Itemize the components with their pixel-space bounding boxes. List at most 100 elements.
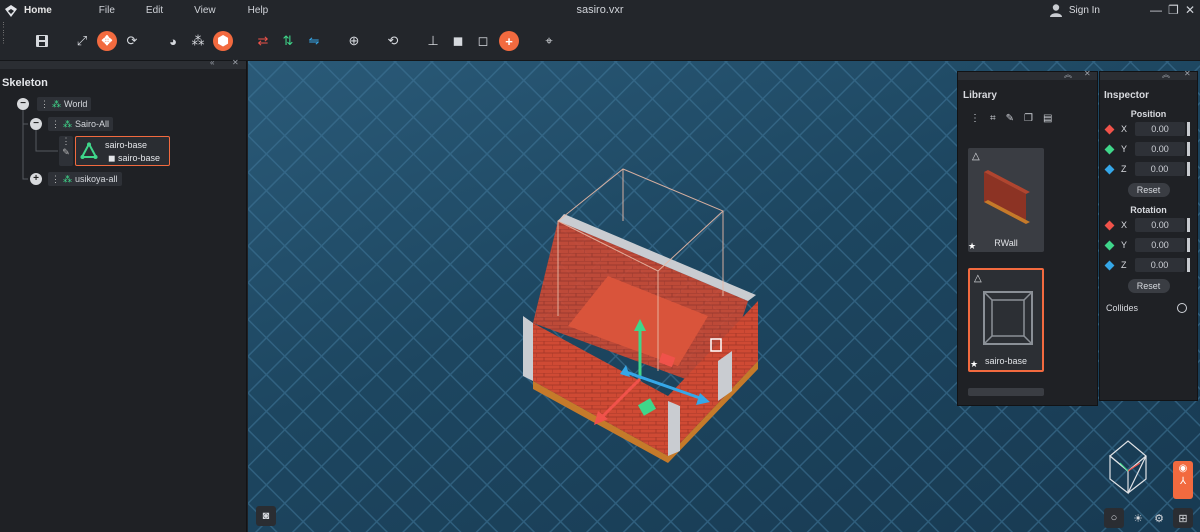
tree-node-sairo-base[interactable]: sairo-base ◼ sairo-base bbox=[75, 136, 170, 166]
z-axis-icon bbox=[1104, 164, 1115, 174]
input-handle[interactable] bbox=[1186, 258, 1190, 272]
sign-in-label: Sign In bbox=[1068, 4, 1100, 16]
node-menu-icon[interactable]: ⋮ bbox=[51, 174, 60, 185]
node-menu-icon[interactable]: ⋮ bbox=[40, 99, 49, 110]
delete-icon[interactable]: ▤ bbox=[1043, 113, 1052, 124]
user-icon bbox=[1049, 4, 1062, 17]
crop-icon[interactable]: ⌗ bbox=[990, 113, 996, 124]
position-z-input[interactable]: 0.00 bbox=[1134, 162, 1185, 176]
cube-solid-icon[interactable]: ◼ bbox=[448, 31, 468, 51]
lighting-icon[interactable]: ☀ bbox=[1128, 508, 1148, 528]
node-label: Sairo-All bbox=[75, 119, 110, 129]
close-panel-icon[interactable]: ✕ bbox=[232, 58, 239, 67]
rotation-x-row: X 0.00 bbox=[1100, 215, 1197, 235]
node-side-tools[interactable]: ⋮ ✎ bbox=[59, 136, 73, 166]
rotation-reset-button[interactable]: Reset bbox=[1127, 279, 1170, 293]
input-handle[interactable] bbox=[1187, 122, 1191, 136]
tree-node-world[interactable]: − ⋮ ⁂ World bbox=[17, 97, 92, 111]
rotation-y-input[interactable]: 0.00 bbox=[1135, 238, 1186, 252]
node-type-icon: ⁂ bbox=[63, 118, 72, 129]
axis-label: Z bbox=[1121, 260, 1127, 270]
left-grip-icon[interactable]: ⋮ ⋮ ⋮ bbox=[0, 21, 7, 61]
library-menu-icon[interactable]: ⋮ bbox=[970, 113, 980, 124]
skeleton-panel: « ✕ Skeleton bbox=[0, 58, 247, 532]
close-panel-icon[interactable]: ✕ bbox=[1184, 69, 1191, 78]
x-axis-icon bbox=[1104, 124, 1115, 134]
restore-icon[interactable]: ❐ bbox=[1168, 3, 1179, 17]
collapse-icon[interactable]: − bbox=[17, 98, 29, 110]
tree-node-usikoya-all[interactable]: + ⋮ ⁂ usikoya-all bbox=[30, 172, 122, 186]
menu-view[interactable]: View bbox=[194, 5, 216, 16]
fit-view-icon[interactable]: ⤢ bbox=[72, 31, 92, 51]
voxel-tool-icon[interactable]: ⬢ bbox=[213, 31, 233, 51]
panel-header-bar: « ✕ bbox=[0, 58, 246, 69]
tree-node-sairo-all[interactable]: − ⋮ ⁂ Sairo-All bbox=[30, 117, 114, 131]
swap-z-icon[interactable]: ⇋ bbox=[304, 31, 324, 51]
close-icon[interactable]: ✕ bbox=[1185, 3, 1195, 17]
copy-icon[interactable]: ❐ bbox=[1024, 113, 1033, 124]
axes-icon: ⅄ bbox=[1179, 476, 1187, 487]
grid-toggle-icon[interactable]: ⊞ bbox=[1173, 508, 1193, 528]
library-card-sairo-base[interactable]: △ ★ sairo-base bbox=[968, 268, 1044, 372]
menu-edit[interactable]: Edit bbox=[146, 5, 163, 16]
node-menu-icon[interactable]: ⋮ bbox=[51, 119, 60, 130]
collapse-panel-icon[interactable]: « bbox=[210, 58, 214, 67]
node-type-icon: ⁂ bbox=[52, 98, 61, 109]
position-x-input[interactable]: 0.00 bbox=[1135, 122, 1186, 136]
node-sublabel-text: sairo-base bbox=[118, 153, 161, 163]
sign-in-button[interactable]: Sign In bbox=[1049, 3, 1100, 17]
library-toolbar: ⋮ ⌗ ✎ ❐ ▤ bbox=[958, 101, 1097, 124]
position-reset-button[interactable]: Reset bbox=[1127, 183, 1170, 197]
collides-row: Collides bbox=[1100, 303, 1197, 313]
library-card-rwall[interactable]: △ ★ RWall bbox=[968, 148, 1044, 252]
minimize-icon[interactable]: — bbox=[1150, 3, 1162, 17]
app-logo-icon bbox=[5, 4, 17, 17]
globe-settings-icon[interactable]: ⊕ bbox=[344, 31, 364, 51]
home-menu[interactable]: Home bbox=[24, 5, 52, 16]
collides-toggle[interactable] bbox=[1177, 303, 1187, 313]
position-y-input[interactable]: 0.00 bbox=[1135, 142, 1186, 156]
hierarchy-icon[interactable]: ⊥ bbox=[423, 31, 443, 51]
collapse-panel-icon[interactable]: ︽ bbox=[1162, 69, 1170, 80]
axis-label: X bbox=[1121, 220, 1128, 230]
node-type-icon: ⁂ bbox=[63, 173, 72, 184]
camera-mode-toggle[interactable]: ◉ ⅄ bbox=[1173, 461, 1193, 499]
mesh-node-icon bbox=[80, 142, 98, 159]
rotation-x-input[interactable]: 0.00 bbox=[1135, 218, 1186, 232]
edit-icon[interactable]: ✎ bbox=[1006, 113, 1014, 124]
y-axis-icon bbox=[1104, 144, 1115, 154]
swap-x-icon[interactable]: ⇄ bbox=[253, 31, 273, 51]
crosshair-icon[interactable]: ⌖ bbox=[539, 31, 559, 51]
library-card-partial[interactable] bbox=[968, 388, 1044, 396]
cube-icon: ◼ bbox=[108, 153, 116, 163]
input-handle[interactable] bbox=[1187, 218, 1191, 232]
group-icon[interactable]: ⁂ bbox=[188, 31, 208, 51]
eye-icon: ◉ bbox=[1178, 463, 1188, 474]
move-tool-icon[interactable]: ✥ bbox=[97, 31, 117, 51]
save-icon[interactable] bbox=[32, 31, 52, 51]
cube-outline-icon[interactable]: ◻ bbox=[473, 31, 493, 51]
menu-file[interactable]: File bbox=[99, 5, 115, 16]
rotation-z-input[interactable]: 0.00 bbox=[1134, 258, 1185, 272]
rwall-thumbnail bbox=[984, 170, 1030, 224]
input-handle[interactable] bbox=[1187, 238, 1191, 252]
view-settings-icon[interactable]: ⚙ bbox=[1149, 508, 1169, 528]
x-axis-icon bbox=[1104, 220, 1115, 230]
sphere-icon[interactable]: ◕ bbox=[163, 31, 183, 51]
add-icon[interactable]: + bbox=[499, 31, 519, 51]
rotate-tool-icon[interactable]: ⟳ bbox=[122, 31, 142, 51]
inspector-panel: ︽ ✕ Inspector Position X 0.00 Y 0.00 Z 0… bbox=[1099, 69, 1198, 401]
screenshot-camera-icon[interactable]: ◙ bbox=[256, 506, 276, 526]
render-mode-icon[interactable]: ○ bbox=[1104, 508, 1124, 528]
expand-icon[interactable]: + bbox=[30, 173, 42, 185]
menu-help[interactable]: Help bbox=[248, 5, 269, 16]
collapse-panel-icon[interactable]: ︽ bbox=[1064, 69, 1072, 80]
close-panel-icon[interactable]: ✕ bbox=[1084, 69, 1091, 78]
collapse-icon[interactable]: − bbox=[30, 118, 42, 130]
swap-y-icon[interactable]: ⇅ bbox=[278, 31, 298, 51]
input-handle[interactable] bbox=[1186, 162, 1190, 176]
refresh-box-icon[interactable]: ⟲ bbox=[383, 31, 403, 51]
position-z-row: Z 0.00 bbox=[1100, 159, 1197, 179]
position-y-row: Y 0.00 bbox=[1100, 139, 1197, 159]
input-handle[interactable] bbox=[1187, 142, 1191, 156]
